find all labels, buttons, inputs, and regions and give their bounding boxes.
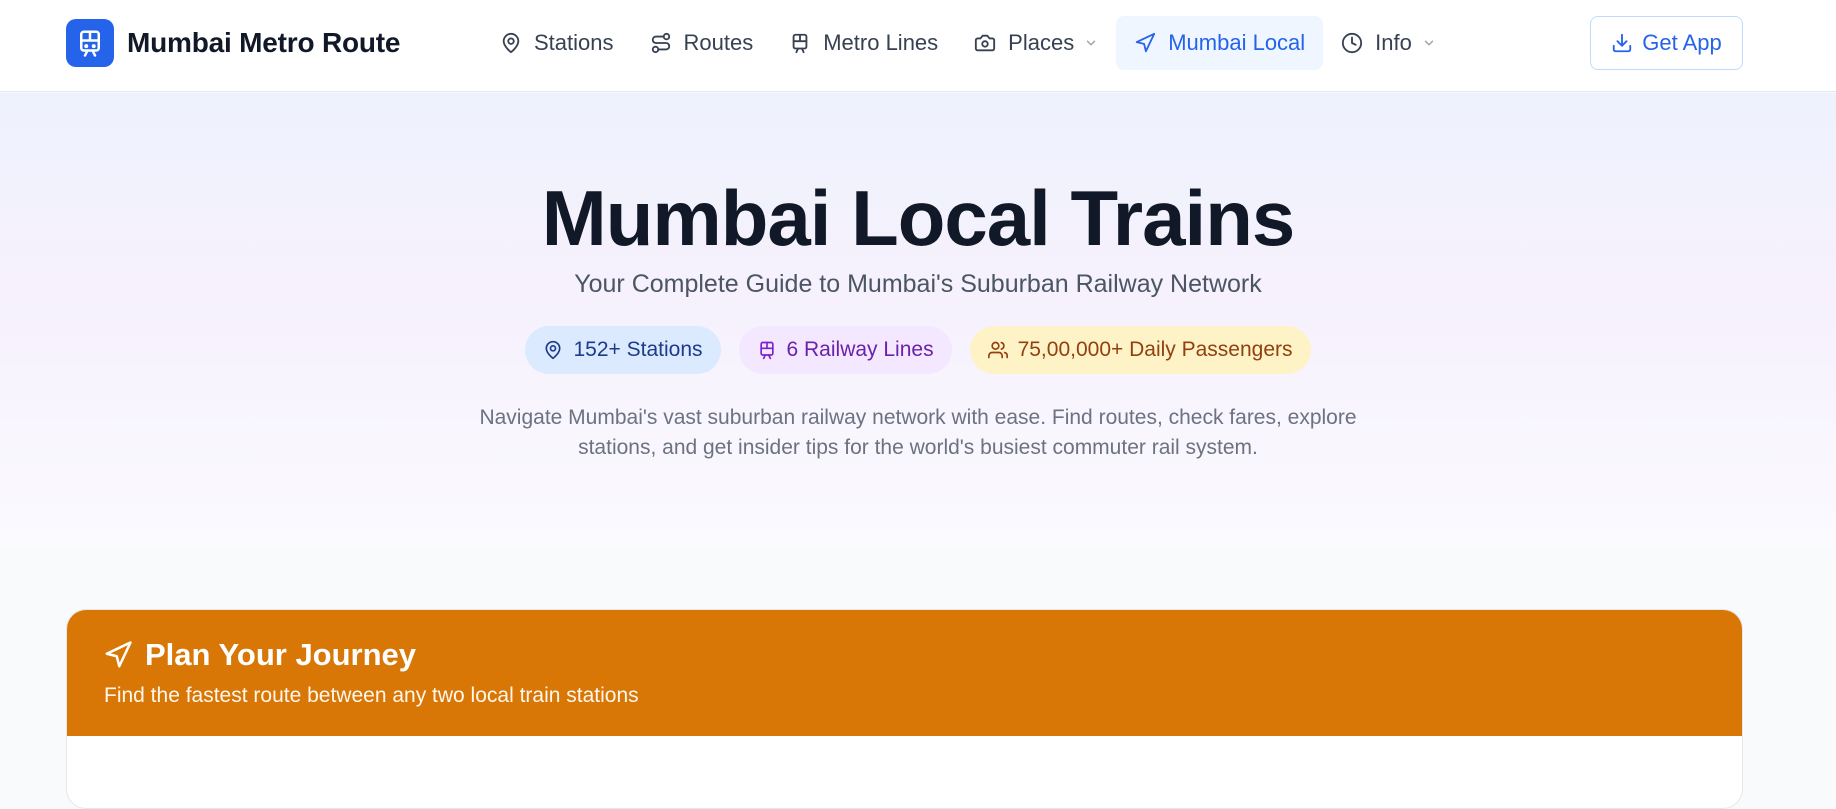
train-icon <box>789 32 811 54</box>
get-app-button[interactable]: Get App <box>1590 16 1743 70</box>
nav-item-stations[interactable]: Stations <box>482 16 632 70</box>
camera-icon <box>974 32 996 54</box>
nav-item-label: Places <box>1008 30 1075 55</box>
hero-description-line: Navigate Mumbai's vast suburban railway … <box>479 406 1357 429</box>
badge-label: 75,00,000+ Daily Passengers <box>1017 338 1293 361</box>
nav-item-mumbai-local[interactable]: Mumbai Local <box>1116 16 1324 70</box>
plan-journey-card: Plan Your Journey Find the fastest route… <box>66 609 1743 809</box>
plan-journey-title-text: Plan Your Journey <box>145 637 417 672</box>
map-pin-icon <box>543 340 563 360</box>
daily-passengers-badge: 75,00,000+ Daily Passengers <box>969 326 1311 374</box>
nav-item-label: Metro Lines <box>823 30 939 55</box>
users-icon <box>987 340 1008 360</box>
site-header: Mumbai Metro Route Stations Routes Metro… <box>0 0 1836 92</box>
clock-icon <box>1341 32 1363 54</box>
train-icon <box>66 19 114 67</box>
nav-item-label: Routes <box>683 30 754 55</box>
nav-item-metro-lines[interactable]: Metro Lines <box>771 16 956 70</box>
download-icon <box>1611 32 1633 54</box>
plan-journey-subtitle: Find the fastest route between any two l… <box>104 684 639 707</box>
navigation-icon <box>103 640 133 670</box>
nav-item-info[interactable]: Info <box>1323 16 1454 70</box>
plan-journey-title: Plan Your Journey <box>103 637 416 673</box>
chevron-down-icon <box>1422 36 1436 50</box>
nav-item-places[interactable]: Places <box>956 16 1116 70</box>
stats-badges: 152+ Stations 6 Railway Lines 75,00,000+… <box>0 326 1836 374</box>
hero-description: Navigate Mumbai's vast suburban railway … <box>418 403 1418 463</box>
stations-badge: 152+ Stations <box>525 326 721 374</box>
hero-subtitle: Your Complete Guide to Mumbai's Suburban… <box>574 270 1262 298</box>
brand[interactable]: Mumbai Metro Route <box>66 19 400 67</box>
route-icon <box>650 32 672 54</box>
plan-journey-header: Plan Your Journey Find the fastest route… <box>67 610 1742 736</box>
get-app-label: Get App <box>1642 30 1722 55</box>
hero-description-line: stations, and get insider tips for the w… <box>578 436 1258 459</box>
train-icon <box>757 340 777 360</box>
nav-item-label: Info <box>1375 30 1412 55</box>
hero-section: Mumbai Local Trains Your Complete Guide … <box>0 93 1836 548</box>
chevron-down-icon <box>1084 36 1098 50</box>
badge-label: 152+ Stations <box>573 338 703 361</box>
main-nav: Stations Routes Metro Lines Places Mumba… <box>482 16 1454 70</box>
badge-label: 6 Railway Lines <box>786 338 934 361</box>
nav-item-label: Mumbai Local <box>1168 30 1306 55</box>
railway-lines-badge: 6 Railway Lines <box>738 326 952 374</box>
navigation-icon <box>1134 32 1156 54</box>
nav-item-label: Stations <box>534 30 614 55</box>
map-pin-icon <box>500 32 522 54</box>
nav-item-routes[interactable]: Routes <box>632 16 772 70</box>
brand-name: Mumbai Metro Route <box>127 27 401 58</box>
page-title: Mumbai Local Trains <box>541 174 1296 262</box>
